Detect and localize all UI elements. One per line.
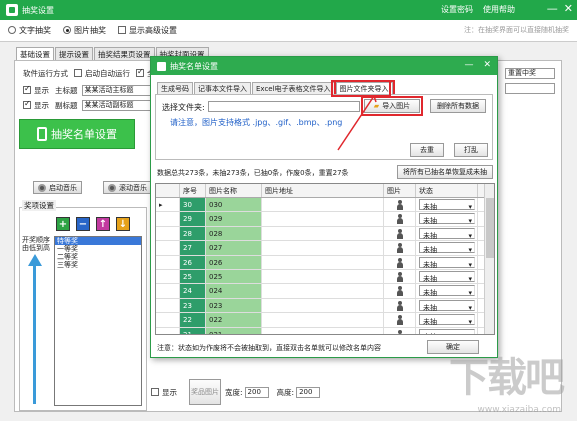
callout-line [337,95,375,151]
watermark: 下载吧 [449,355,565,401]
watermark-url: www.xiazaiba.com [477,405,561,415]
callout-tab-box [331,80,391,97]
